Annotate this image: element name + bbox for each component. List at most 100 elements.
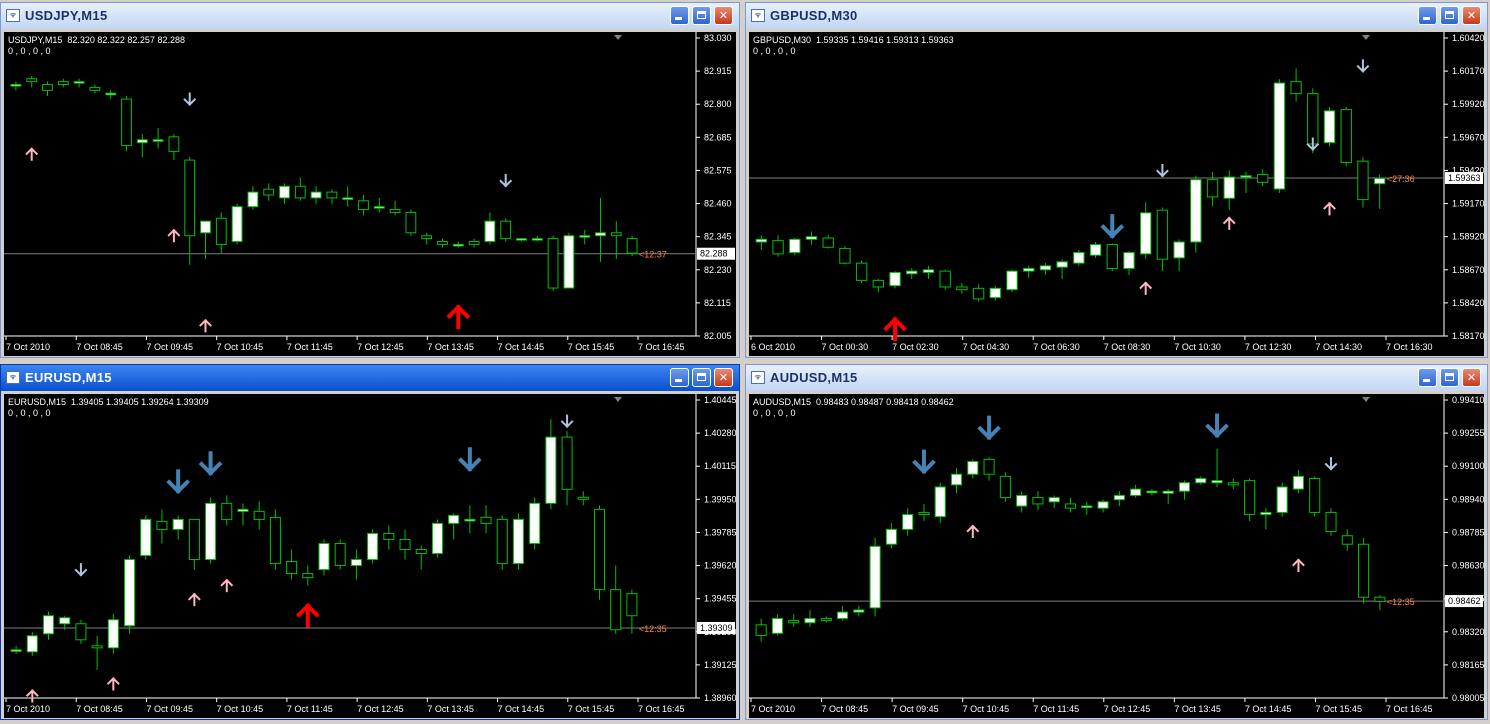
symbol-quote-line: AUDUSD,M15 0.98483 0.98487 0.98418 0.984… (753, 397, 954, 407)
chart-window-usdjpy[interactable]: ᯤ USDJPY,M15 ✕ 83.030 82.915 82.800 82.685 8… (0, 2, 740, 358)
maximize-icon (1445, 11, 1454, 19)
price-tick-label: 1.60420 (1452, 33, 1484, 43)
close-button[interactable]: ✕ (714, 368, 733, 387)
candle-body (626, 593, 638, 617)
time-tick-label: 7 Oct 11:45 (287, 704, 333, 714)
candle-body (1325, 511, 1337, 533)
price-tick-label: 1.58670 (1452, 265, 1484, 275)
close-button[interactable]: ✕ (1462, 368, 1481, 387)
candle-body (804, 617, 816, 624)
candle-body (421, 235, 433, 240)
price-tick-label: 1.39620 (704, 561, 736, 571)
candle-body (1039, 265, 1052, 271)
candle-body (610, 232, 622, 237)
sell-signal-arrow-icon (183, 92, 197, 106)
candle-body (105, 92, 117, 96)
price-tick-label: 1.39950 (704, 494, 736, 504)
time-tick-label: 7 Oct 00:30 (822, 342, 869, 352)
minimize-button[interactable] (1418, 6, 1437, 25)
buy-signal-arrow-icon (25, 689, 39, 703)
sell-signal-arrow-icon (74, 563, 88, 577)
candle-body (253, 510, 265, 520)
minimize-button[interactable] (1418, 368, 1437, 387)
candle-body (247, 191, 259, 208)
bar-countdown-label: <27:36 (1387, 174, 1415, 184)
chart-info: USDJPY,M15 82.320 82.322 82.257 82.288 0 … (8, 35, 185, 57)
candle-body (577, 496, 589, 500)
price-tick-label: 82.345 (704, 232, 732, 242)
buy-signal-arrow-icon (187, 592, 201, 607)
close-button[interactable]: ✕ (1462, 6, 1481, 25)
chart-window-icon: ᯤ (751, 371, 765, 384)
price-tick-label: 1.39125 (704, 660, 736, 670)
price-tick-label: 1.38960 (704, 693, 736, 703)
candle-body (853, 609, 865, 613)
candle-body (626, 238, 638, 254)
price-tick-label: 82.460 (704, 199, 732, 209)
chart-area[interactable]: 1.60420 1.60170 1.59920 1.59670 1.59420 1.591… (749, 32, 1484, 356)
window-titlebar[interactable]: ᯤ EURUSD,M15 ✕ (1, 365, 739, 391)
candle-body (279, 185, 290, 199)
strong-sell-arrow-icon (912, 449, 936, 475)
chart-window-eurusd[interactable]: ᯤ EURUSD,M15 ✕ 1.40445 1.40280 1.40115 1.39… (0, 364, 740, 720)
price-tick-label: 0.98320 (1452, 627, 1484, 637)
maximize-button[interactable] (692, 6, 711, 25)
candle-body (10, 84, 22, 87)
candle-body (124, 559, 136, 627)
candle-body (772, 240, 784, 255)
candle-body (42, 615, 55, 635)
candle-body (448, 514, 460, 524)
candle-body (918, 511, 930, 516)
sell-signal-arrow-icon (1356, 59, 1370, 73)
minimize-icon (675, 17, 682, 20)
minimize-button[interactable] (670, 6, 689, 25)
candle-body (326, 191, 338, 199)
time-tick-label: 7 Oct 13:45 (427, 704, 474, 714)
candle-body (1081, 505, 1093, 509)
chart-area[interactable]: 1.40445 1.40280 1.40115 1.39950 1.39785 1.396… (4, 394, 736, 718)
window-titlebar[interactable]: ᯤ AUDUSD,M15 ✕ (746, 365, 1487, 391)
indicator-values-line: 0 , 0 , 0 , 0 (753, 408, 796, 418)
candle-body (156, 520, 168, 530)
candle-body (152, 139, 164, 142)
chart-area[interactable]: 83.030 82.915 82.800 82.685 82.575 82.460 82.3… (4, 32, 736, 356)
candle-body (595, 232, 606, 237)
chart-window-audusd[interactable]: ᯤ AUDUSD,M15 ✕ 0.99410 0.99255 0.99100 0.98… (745, 364, 1488, 720)
strong-sell-arrow-icon (1100, 214, 1125, 239)
chart-window-gbpusd[interactable]: ᯤ GBPUSD,M30 ✕ 1.60420 1.60170 1.59920 1.59… (745, 2, 1488, 358)
strong-sell-arrow-icon (166, 469, 190, 495)
candle-body (889, 271, 901, 287)
candle-body (205, 502, 217, 561)
candle-body (972, 287, 985, 300)
time-tick-label: 7 Oct 13:45 (427, 342, 474, 352)
buy-signal-arrow-icon (167, 228, 181, 243)
candle-body (1292, 475, 1304, 490)
candle-body (822, 237, 834, 248)
candle-body (1162, 490, 1174, 494)
minimize-button[interactable] (670, 368, 689, 387)
time-tick-label: 7 Oct 12:45 (357, 704, 404, 714)
candle-body (1206, 179, 1219, 198)
candle-body (869, 545, 881, 609)
minimize-icon (1423, 17, 1430, 20)
time-tick-label: 7 Oct 09:45 (892, 704, 939, 714)
candle-body (500, 220, 512, 240)
window-titlebar[interactable]: ᯤ GBPUSD,M30 ✕ (746, 3, 1487, 29)
candle-body (563, 235, 575, 289)
chart-info: AUDUSD,M15 0.98483 0.98487 0.98418 0.984… (753, 397, 954, 419)
candle-body (1273, 82, 1286, 190)
candle-body (188, 518, 200, 561)
price-tick-label: 1.40280 (704, 428, 736, 438)
candle-body (516, 238, 527, 241)
close-button[interactable]: ✕ (714, 6, 733, 25)
window-titlebar[interactable]: ᯤ USDJPY,M15 ✕ (1, 3, 739, 29)
candle-body (1106, 244, 1118, 269)
maximize-button[interactable] (1440, 6, 1459, 25)
maximize-button[interactable] (692, 368, 711, 387)
candle-body (983, 458, 995, 475)
price-tick-label: 0.99100 (1452, 461, 1484, 471)
chart-area[interactable]: 0.99410 0.99255 0.99100 0.98940 0.98785 0.986… (749, 394, 1484, 718)
maximize-button[interactable] (1440, 368, 1459, 387)
chart-window-icon: ᯤ (6, 371, 20, 384)
chart-window-icon: ᯤ (6, 9, 20, 22)
